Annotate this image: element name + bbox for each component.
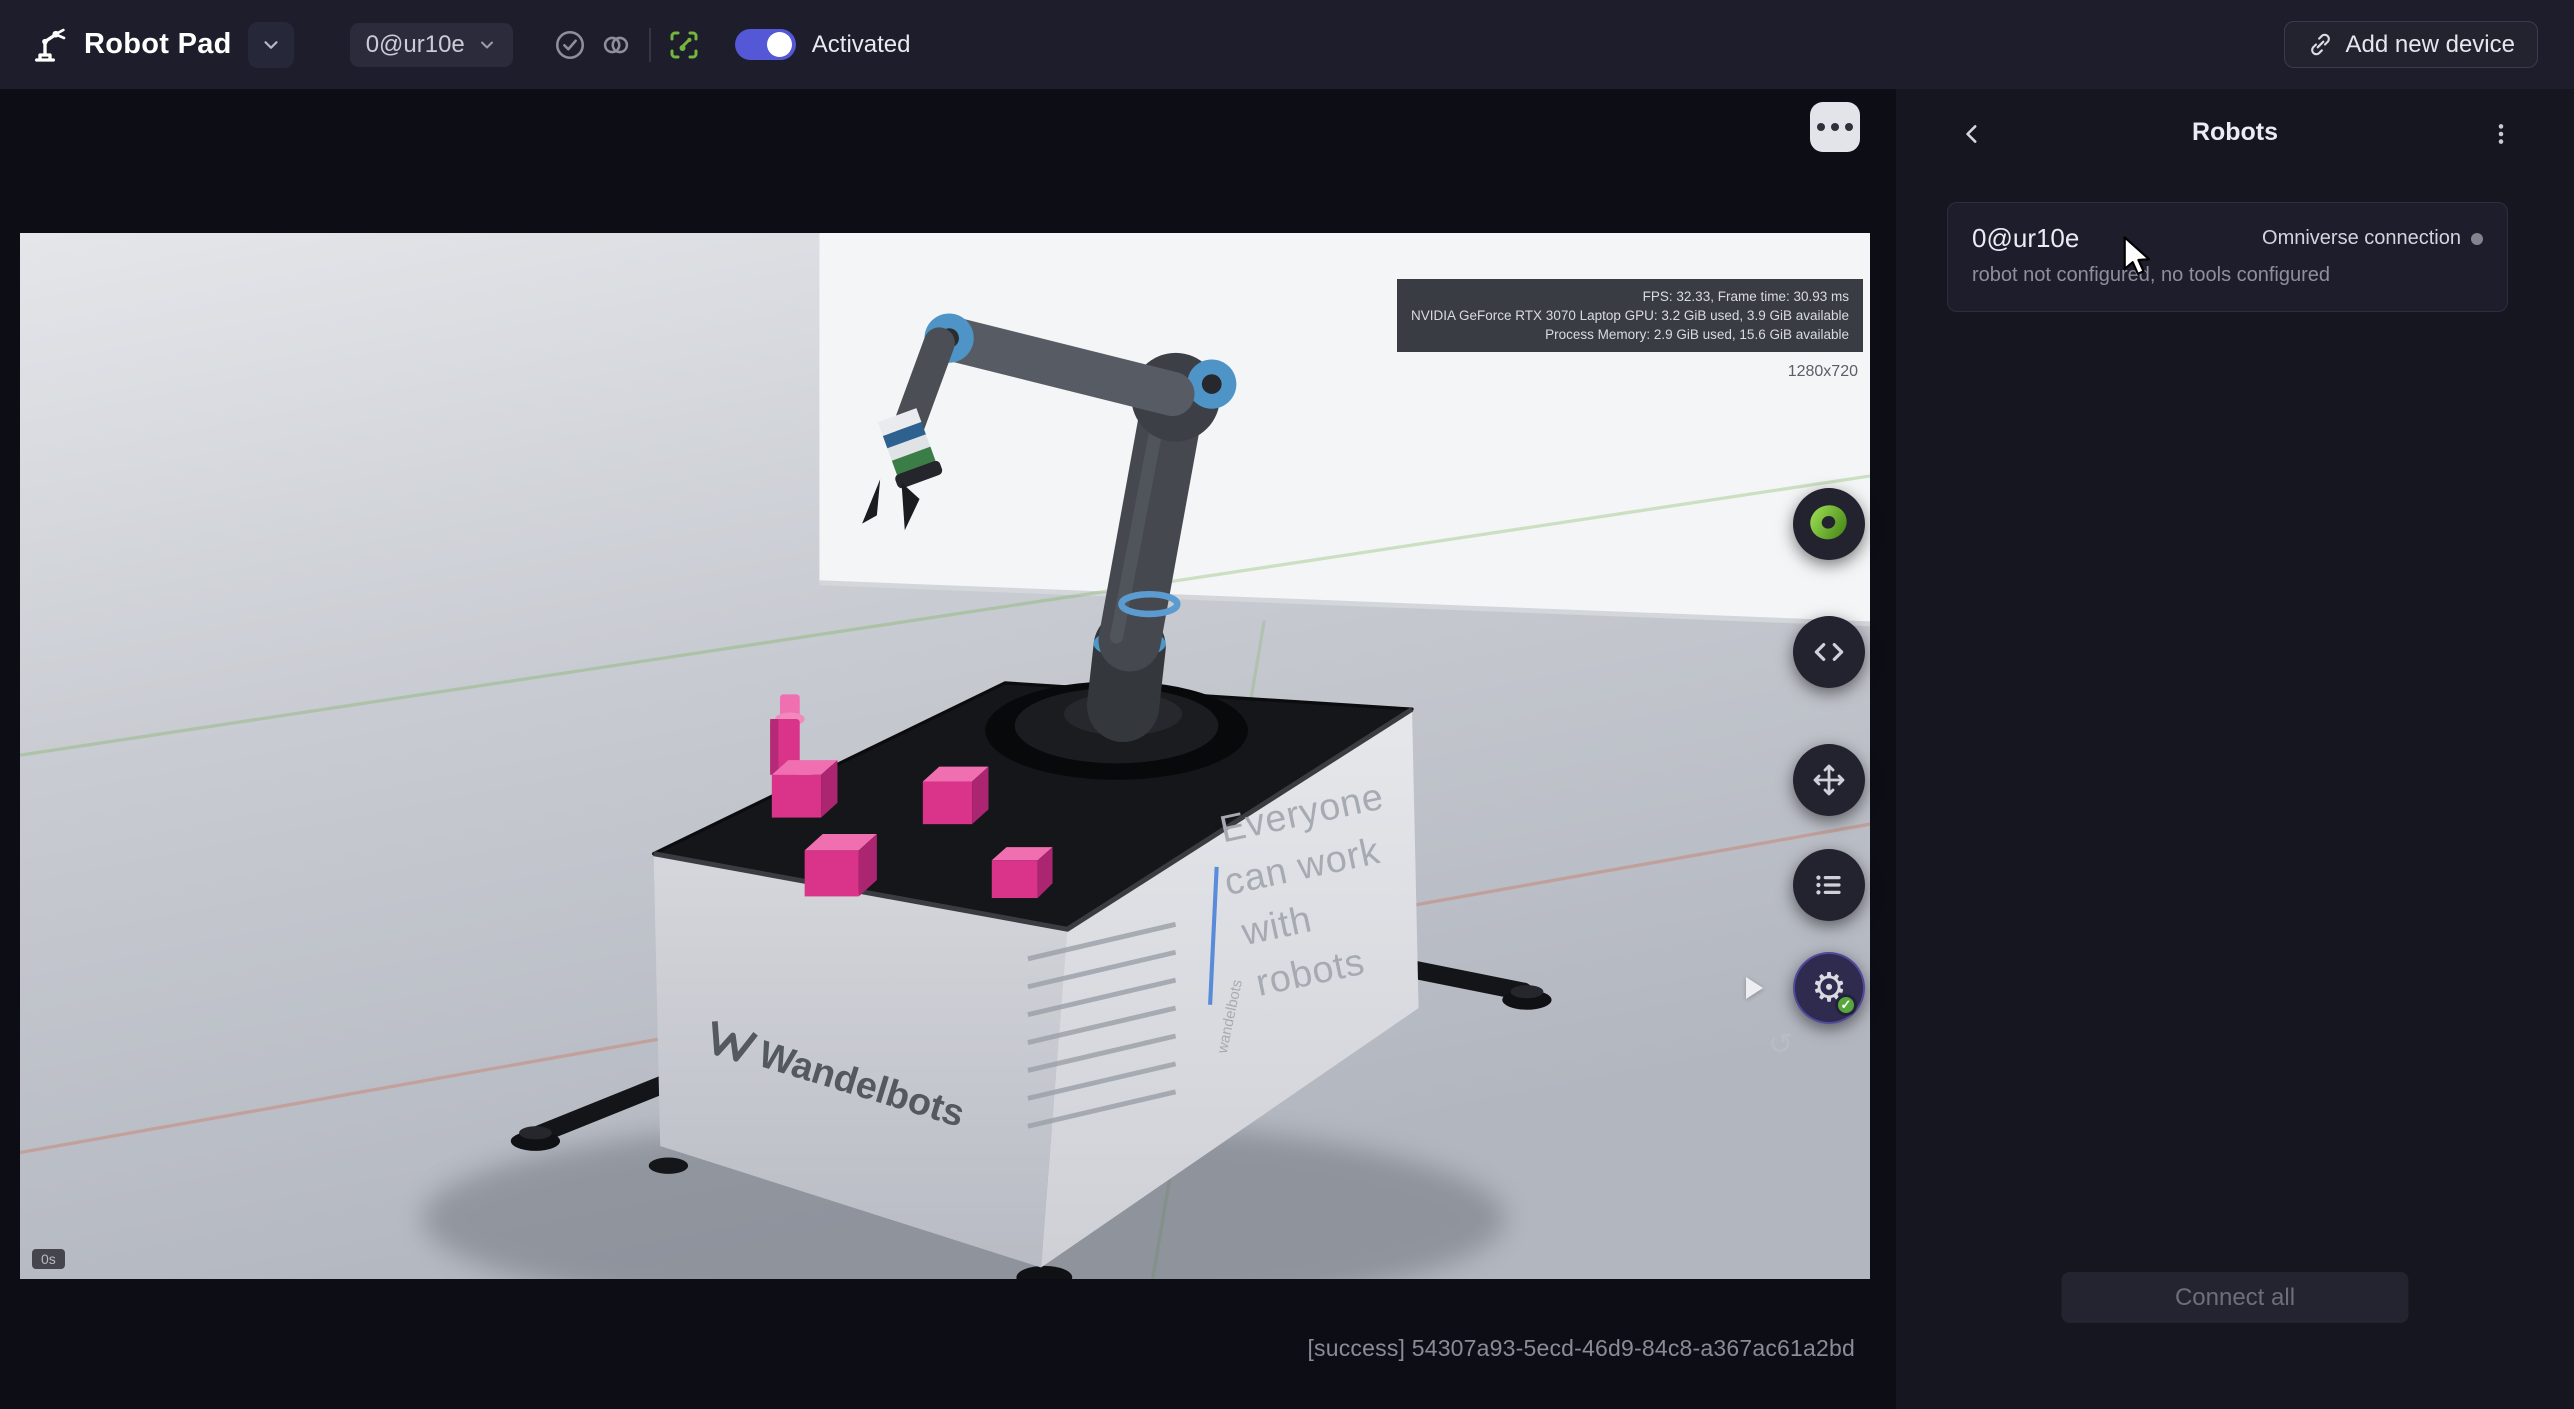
perf-line-fps: FPS: 32.33, Frame time: 30.93 ms: [1411, 287, 1849, 306]
add-new-device-button[interactable]: Add new device: [2284, 21, 2538, 68]
performance-overlay: FPS: 32.33, Frame time: 30.93 ms NVIDIA …: [1397, 279, 1863, 352]
robot-card[interactable]: 0@ur10e Omniverse connection robot not c…: [1947, 202, 2508, 312]
timeline-badge: 0s: [32, 1249, 65, 1269]
link-icon: [2307, 31, 2334, 58]
robot-name: 0@ur10e: [1972, 223, 2079, 254]
device-selector[interactable]: 0@ur10e: [350, 23, 513, 67]
scene-render: Wandelbots Everyone can work with robots…: [20, 233, 1870, 1279]
reset-view-button[interactable]: ↺: [1768, 1027, 1793, 1062]
check-circle-icon: [553, 28, 587, 62]
perf-line-gpu: NVIDIA GeForce RTX 3070 Laptop GPU: 3.2 …: [1411, 306, 1849, 325]
add-new-device-label: Add new device: [2346, 31, 2515, 59]
toggle-knob: [767, 32, 792, 57]
check-circle-button[interactable]: [547, 22, 593, 68]
chevron-down-icon: [260, 34, 282, 56]
connect-all-button[interactable]: Connect all: [2062, 1272, 2409, 1323]
device-selector-label: 0@ur10e: [366, 31, 465, 59]
app-root: Robot Pad 0@ur10e: [0, 0, 2574, 1409]
code-button[interactable]: [1793, 616, 1865, 688]
joint-control-button[interactable]: [1793, 488, 1865, 560]
settings-button[interactable]: ⚙ ✓: [1793, 952, 1865, 1024]
connection-rings-button[interactable]: [593, 22, 639, 68]
viewport-more-button[interactable]: [1810, 102, 1860, 152]
app-title: Robot Pad: [84, 28, 232, 61]
move-arrows-icon: [1809, 760, 1849, 800]
dot: [1817, 123, 1825, 131]
robot-scan-button[interactable]: [661, 22, 707, 68]
viewport-resolution: 1280x720: [1788, 363, 1858, 381]
robot-pad-logo-icon: [30, 25, 70, 65]
panel-menu-button[interactable]: [2480, 113, 2522, 155]
connection-rings-icon: [599, 28, 633, 62]
kebab-menu-icon: [2488, 121, 2514, 147]
topbar: Robot Pad 0@ur10e: [0, 0, 2574, 89]
activation-toggle[interactable]: [735, 29, 796, 60]
toolbar-divider: [649, 28, 651, 62]
play-mini-button[interactable]: [1746, 977, 1763, 999]
list-icon: [1810, 866, 1848, 904]
main-area: Wandelbots Everyone can work with robots…: [0, 89, 1896, 1409]
list-button[interactable]: [1793, 849, 1865, 921]
perf-line-memory: Process Memory: 2.9 GiB used, 15.6 GiB a…: [1411, 325, 1849, 344]
dot: [1831, 123, 1839, 131]
status-message: [success] 54307a93-5ecd-46d9-84c8-a367ac…: [1307, 1335, 1855, 1362]
settings-ok-badge: ✓: [1835, 994, 1857, 1016]
dot: [1845, 123, 1853, 131]
code-icon: [1810, 633, 1848, 671]
robot-connection-label: Omniverse connection: [2262, 227, 2461, 250]
panel-title: Robots: [1896, 118, 2574, 147]
move-button[interactable]: [1793, 744, 1865, 816]
robot-scan-icon: [666, 27, 702, 63]
robots-panel: Robots 0@ur10e Omniverse connection robo…: [1896, 89, 2574, 1409]
activation-toggle-label: Activated: [812, 31, 911, 59]
connection-status-dot: [2471, 233, 2483, 245]
robot-config-status: robot not configured, no tools configure…: [1972, 264, 2483, 287]
green-ring-icon: [1807, 502, 1851, 546]
3d-viewport[interactable]: Wandelbots Everyone can work with robots…: [20, 233, 1870, 1279]
chevron-down-icon: [477, 35, 497, 55]
app-menu-chevron-button[interactable]: [248, 22, 294, 68]
